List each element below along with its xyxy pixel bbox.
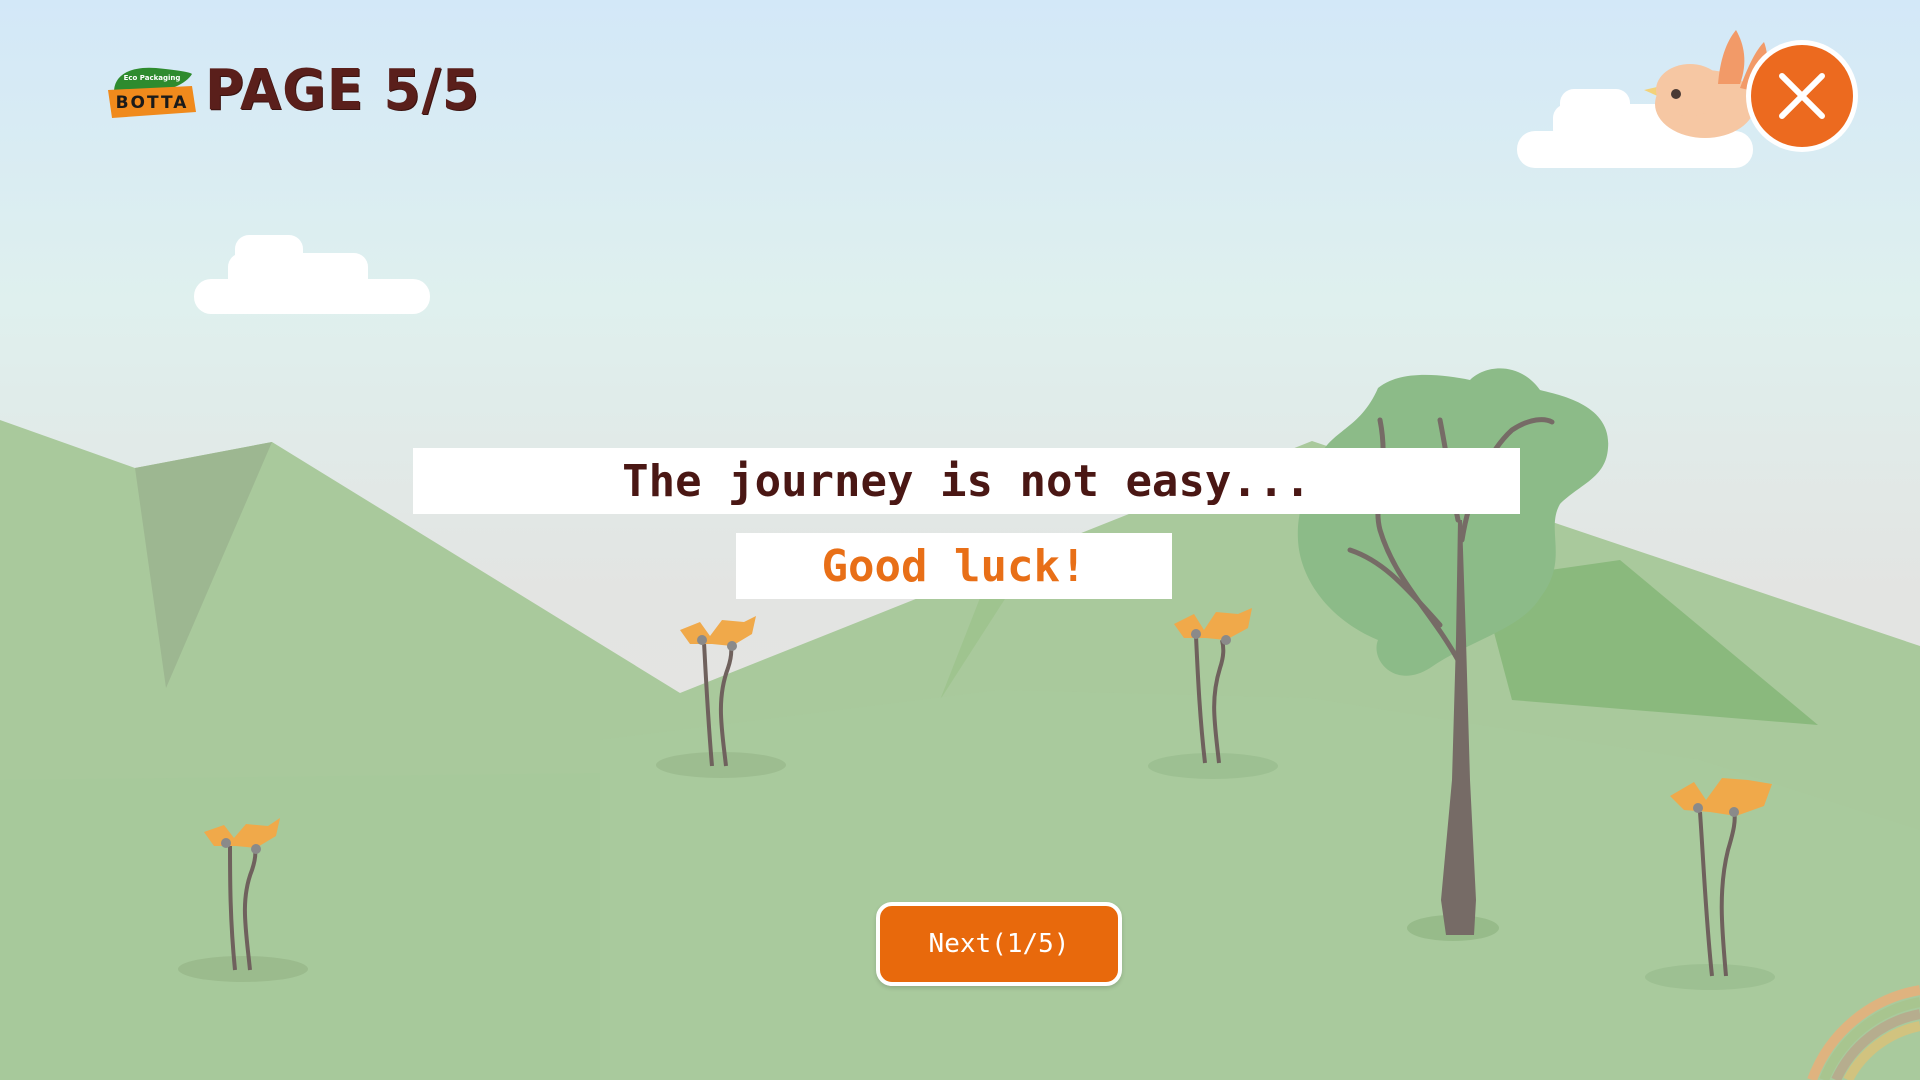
logo-brand: BOTTA bbox=[116, 93, 189, 113]
next-button[interactable]: Next(1/5) bbox=[876, 902, 1122, 986]
close-button-face bbox=[1751, 45, 1853, 147]
close-icon bbox=[1779, 73, 1825, 119]
close-button[interactable] bbox=[1746, 40, 1858, 152]
message-title: The journey is not easy... bbox=[413, 448, 1520, 514]
logo-tagline: Eco Packaging bbox=[124, 74, 181, 82]
brand-logo: Eco Packaging BOTTA bbox=[108, 62, 198, 122]
page-indicator: PAGE 5/5 bbox=[205, 58, 480, 123]
message-subtitle: Good luck! bbox=[736, 533, 1172, 599]
